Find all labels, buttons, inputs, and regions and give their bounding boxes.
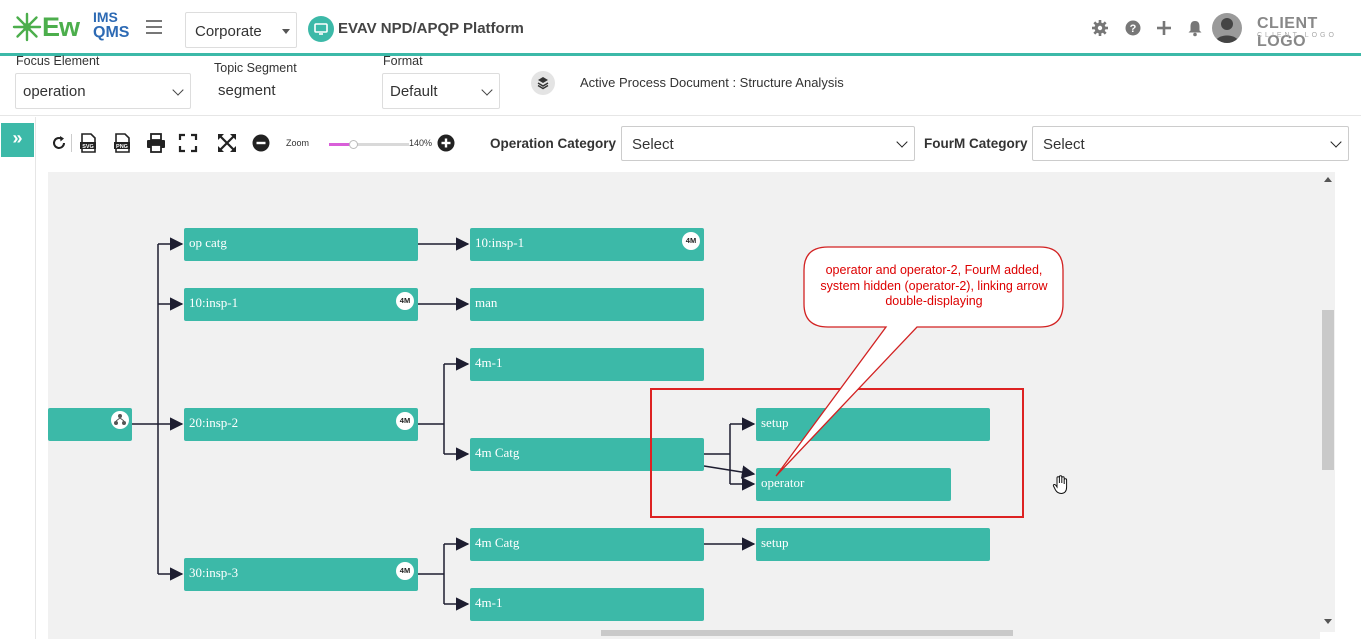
horizontal-scrollbar[interactable]: [48, 630, 1320, 639]
scroll-down-icon[interactable]: [1324, 619, 1332, 624]
horizontal-scroll-thumb[interactable]: [601, 630, 1013, 636]
vertical-scroll-thumb[interactable]: [1322, 310, 1334, 470]
annotation-callout-text: operator and operator-2, FourM added, sy…: [820, 263, 1048, 308]
vertical-scrollbar[interactable]: [1320, 172, 1335, 632]
annotation-callout-shape: [775, 246, 1064, 477]
hand-cursor-icon: [1052, 475, 1068, 495]
scroll-up-icon[interactable]: [1324, 177, 1332, 182]
